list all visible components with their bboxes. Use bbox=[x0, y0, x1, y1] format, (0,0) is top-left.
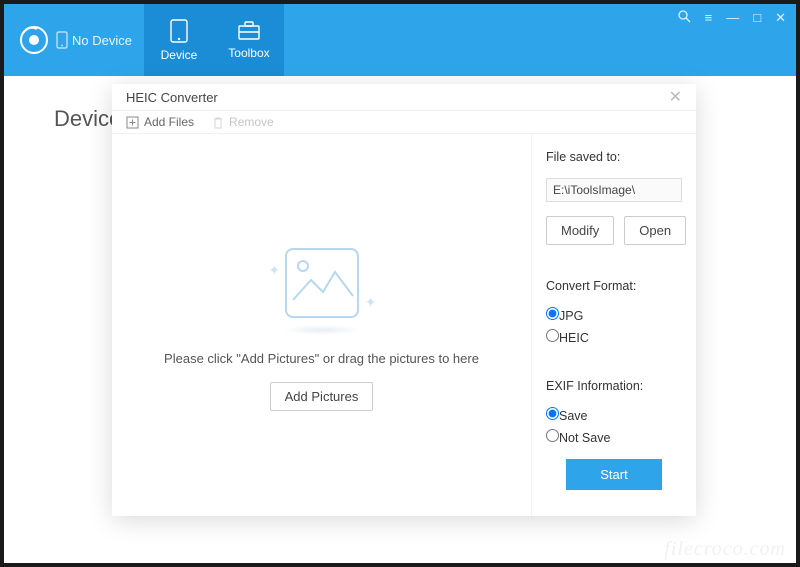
close-icon[interactable]: ✕ bbox=[669, 87, 682, 107]
app-window: No Device Device Toolbox ≡ — □ ✕ Device … bbox=[4, 4, 796, 563]
add-pictures-button[interactable]: Add Pictures bbox=[270, 382, 374, 411]
drop-hint: Please click "Add Pictures" or drag the … bbox=[164, 351, 479, 366]
exif-radio-notsave[interactable]: Not Save bbox=[546, 429, 682, 445]
remove-button: Remove bbox=[212, 115, 274, 129]
header-tabs: Device Toolbox bbox=[144, 4, 284, 76]
drop-area[interactable]: ✦ ✦ Please click "Add Pictures" or drag … bbox=[112, 134, 531, 516]
image-placeholder-icon: ✦ ✦ bbox=[267, 240, 377, 335]
modal-header: HEIC Converter ✕ bbox=[112, 84, 696, 111]
device-status-text: No Device bbox=[72, 33, 132, 48]
format-radio-group: JPG HEIC bbox=[546, 307, 682, 345]
device-status: No Device bbox=[54, 4, 144, 76]
close-button[interactable]: ✕ bbox=[775, 11, 786, 24]
modify-button[interactable]: Modify bbox=[546, 216, 614, 245]
maximize-button[interactable]: □ bbox=[753, 11, 761, 24]
open-button[interactable]: Open bbox=[624, 216, 686, 245]
plus-box-icon bbox=[126, 116, 139, 129]
modal-title: HEIC Converter bbox=[126, 90, 218, 105]
window-controls: ≡ — □ ✕ bbox=[678, 10, 786, 25]
toolbox-icon bbox=[236, 20, 262, 42]
watermark: filecroco.com bbox=[664, 538, 786, 561]
modal-toolbar: Add Files Remove bbox=[112, 111, 696, 134]
trash-icon bbox=[212, 116, 224, 129]
menu-icon[interactable]: ≡ bbox=[705, 11, 713, 24]
app-logo bbox=[4, 4, 54, 76]
convert-format-label: Convert Format: bbox=[546, 279, 682, 293]
titlebar: No Device Device Toolbox ≡ — □ ✕ bbox=[4, 4, 796, 76]
tab-device[interactable]: Device bbox=[144, 4, 214, 76]
add-files-button[interactable]: Add Files bbox=[126, 115, 194, 129]
tab-toolbox[interactable]: Toolbox bbox=[214, 4, 284, 76]
remove-label: Remove bbox=[229, 115, 274, 129]
exif-label: EXIF Information: bbox=[546, 379, 682, 393]
file-saved-label: File saved to: bbox=[546, 150, 682, 164]
minimize-button[interactable]: — bbox=[726, 11, 739, 24]
start-button[interactable]: Start bbox=[566, 459, 661, 490]
tab-device-label: Device bbox=[161, 48, 198, 62]
add-files-label: Add Files bbox=[144, 115, 194, 129]
tab-toolbox-label: Toolbox bbox=[228, 46, 269, 60]
search-icon[interactable] bbox=[678, 10, 691, 25]
phone-icon bbox=[56, 31, 68, 49]
exif-radio-group: Save Not Save bbox=[546, 407, 682, 445]
tablet-icon bbox=[168, 18, 190, 44]
heic-converter-modal: HEIC Converter ✕ Add Files Remove ✦ ✦ bbox=[112, 84, 696, 516]
exif-radio-save[interactable]: Save bbox=[546, 407, 682, 423]
format-radio-heic[interactable]: HEIC bbox=[546, 329, 682, 345]
side-panel: File saved to: E:\iToolsImage\ Modify Op… bbox=[531, 134, 696, 516]
format-radio-jpg[interactable]: JPG bbox=[546, 307, 682, 323]
save-path-field[interactable]: E:\iToolsImage\ bbox=[546, 178, 682, 202]
modal-body: ✦ ✦ Please click "Add Pictures" or drag … bbox=[112, 134, 696, 516]
